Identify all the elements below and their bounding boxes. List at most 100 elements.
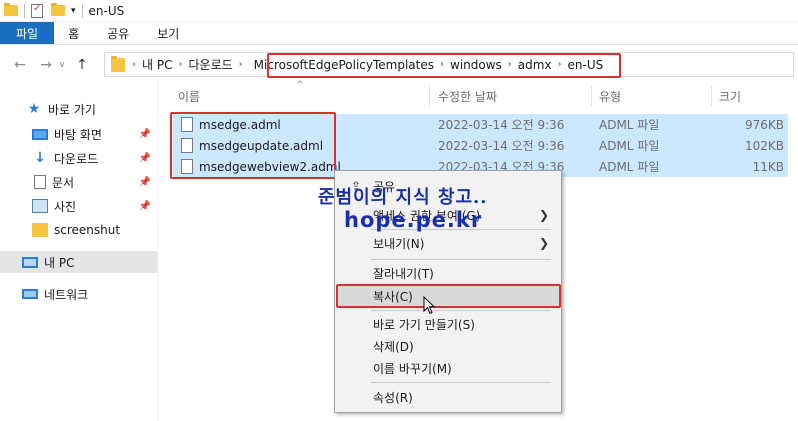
pictures-icon [32,199,48,213]
pin-icon[interactable]: 📌 [139,129,151,140]
file-modified: 2022-03-14 오전 9:36 [438,139,565,153]
back-arrow-icon[interactable]: ← [10,57,30,73]
file-icon [181,138,193,153]
sidebar-item-label: 내 PC [44,255,75,270]
folder-icon [4,3,18,16]
menu-separator [371,310,551,311]
pin-icon[interactable]: 📌 [139,177,151,188]
tab-view[interactable]: 보기 [143,22,193,44]
sidebar-item-documents[interactable]: 문서 📌 [0,171,157,193]
chevron-right-icon[interactable]: › [558,59,562,70]
chevron-right-icon[interactable]: › [239,59,243,70]
sidebar-item-label: 문서 [52,175,75,190]
sidebar-item-label: 사진 [54,199,77,214]
sidebar-item-label: 네트워크 [44,287,89,302]
pc-icon [22,256,38,268]
file-size: 11KB [752,159,784,174]
sidebar-item-downloads[interactable]: ↓ 다운로드 📌 [0,147,157,169]
new-folder-icon[interactable] [51,3,65,16]
sidebar-item-desktop[interactable]: 바탕 화면 📌 [0,123,157,145]
menu-item-copy[interactable]: 복사(C) [337,285,559,307]
sidebar-item-label: screenshut [54,223,121,237]
breadcrumb-downloads[interactable]: 다운로드 [188,56,232,73]
watermark-title: 준범이의 지식 창고.. [318,187,488,208]
document-icon [34,175,46,189]
pin-icon[interactable]: 📌 [139,201,151,212]
forward-arrow-icon[interactable]: → [36,57,56,73]
tab-share[interactable]: 공유 [93,22,143,44]
menu-separator [371,382,551,383]
menu-item-label: 이름 바꾸기(M) [373,361,452,376]
sidebar-item-label: 다운로드 [54,151,99,166]
menu-item-label: 보내기(N) [373,236,425,251]
file-type: ADML 파일 [599,160,660,174]
column-separator[interactable] [711,86,712,106]
menu-item-label: 속성(R) [373,390,413,405]
quick-access-dropdown-icon[interactable]: ▾ [71,6,76,16]
menu-item-rename[interactable]: 이름 바꾸기(M) [337,357,559,379]
breadcrumb-en-us[interactable]: en-US [568,58,604,72]
menu-item-send-to[interactable]: 보내기(N) ❯ [337,232,559,254]
column-separator[interactable] [591,86,592,106]
chevron-right-icon: ❯ [538,236,549,250]
ribbon-tabs: 파일 홈 공유 보기 [0,22,798,45]
properties-icon[interactable] [31,3,43,18]
menu-item-delete[interactable]: 삭제(D) [337,335,559,357]
chevron-right-icon[interactable]: › [508,59,512,70]
window-title: en-US [88,3,125,18]
chevron-right-icon[interactable]: › [178,59,182,70]
file-name: msedge.adml [199,117,281,132]
separator [24,3,25,18]
breadcrumb-windows[interactable]: windows [450,58,502,72]
breadcrumb-this-pc[interactable]: 내 PC [142,56,172,73]
recent-locations-icon[interactable]: ∨ [56,60,68,70]
sidebar-item-screenshut[interactable]: screenshut [0,219,157,241]
sidebar-item-this-pc[interactable]: 내 PC [0,251,157,273]
menu-separator [371,259,551,260]
column-header-modified[interactable]: 수정한 날짜 [438,84,497,108]
menu-item-label: 잘라내기(T) [373,266,434,281]
navigation-bar: ← → ∨ ↑ › 내 PC › 다운로드 › MicrosoftEdgePol… [0,50,798,80]
file-icon [181,117,193,132]
chevron-right-icon[interactable]: › [132,59,136,70]
pane-divider [157,80,158,421]
folder-icon [111,55,125,72]
breadcrumb-admx[interactable]: admx [518,58,552,72]
file-size: 976KB [744,117,784,132]
up-arrow-icon[interactable]: ↑ [72,57,92,73]
file-type: ADML 파일 [599,139,660,153]
sidebar-item-quick-access[interactable]: ★ 바로 가기 [0,98,157,120]
address-bar[interactable]: › 내 PC › 다운로드 › MicrosoftEdgePolicyTempl… [104,52,794,77]
folder-icon [32,223,48,237]
sidebar-item-network[interactable]: 네트워크 [0,283,157,305]
column-header-name[interactable]: 이름 [178,84,200,108]
network-icon [22,289,38,299]
file-icon [181,159,193,174]
column-header-size[interactable]: 크기 [719,84,741,108]
tab-file[interactable]: 파일 [0,22,55,44]
tab-home[interactable]: 홈 [54,22,93,44]
watermark-url: hope.pe.kr [344,208,483,232]
menu-item-label: 삭제(D) [373,339,414,354]
menu-item-cut[interactable]: 잘라내기(T) [337,262,559,284]
menu-item-create-shortcut[interactable]: 바로 가기 만들기(S) [337,313,559,335]
title-bar: ▾ en-US [0,0,798,22]
file-size: 102KB [744,138,784,153]
file-name: msedgewebview2.adml [199,159,341,174]
breadcrumb-edge-policy-templates[interactable]: MicrosoftEdgePolicyTemplates [254,58,434,72]
column-separator[interactable] [429,86,430,106]
download-icon: ↓ [34,150,46,166]
menu-item-properties[interactable]: 속성(R) [337,386,559,408]
menu-item-label: 바로 가기 만들기(S) [373,317,475,332]
column-header-type[interactable]: 유형 [599,84,621,108]
sidebar-item-pictures[interactable]: 사진 📌 [0,195,157,217]
desktop-icon [32,128,48,140]
file-row[interactable]: msedge.adml 2022-03-14 오전 9:36 ADML 파일 9… [173,114,788,135]
separator [81,3,83,18]
file-row[interactable]: msedgeupdate.adml 2022-03-14 오전 9:36 ADM… [173,135,788,156]
pin-icon[interactable]: 📌 [139,153,151,164]
menu-item-label: 복사(C) [373,289,413,304]
sidebar-item-label: 바탕 화면 [54,127,102,142]
chevron-right-icon[interactable]: › [440,59,444,70]
sort-ascending-icon: ^ [296,80,304,90]
